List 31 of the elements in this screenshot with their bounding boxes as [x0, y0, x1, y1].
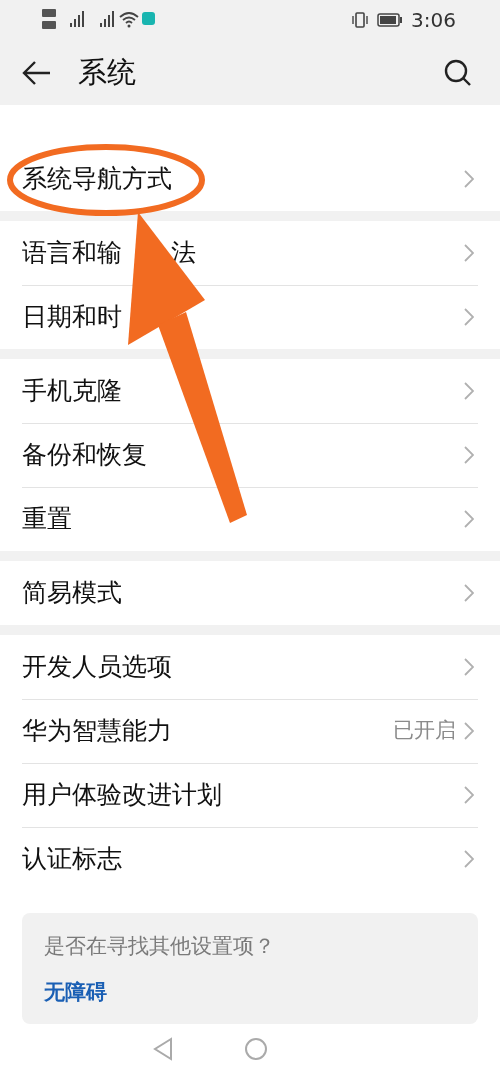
row-label: 日期和时: [22, 301, 122, 334]
chevron-icon: [464, 658, 474, 676]
chevron-icon: [464, 850, 474, 868]
chevron-icon: [464, 170, 474, 188]
row-label: 用户体验改进计划: [22, 779, 222, 812]
search-icon[interactable]: [444, 58, 472, 87]
chevron-icon: [464, 308, 474, 326]
row-label: 手机克隆: [22, 375, 122, 408]
row-label: 语言和输: [22, 237, 122, 270]
row-label: 简易模式: [22, 577, 122, 610]
chevron-icon: [464, 510, 474, 528]
chevron-icon: [464, 446, 474, 464]
chevron-icon: [464, 244, 474, 262]
row-label: 重置: [22, 503, 72, 536]
row-label: 认证标志: [22, 843, 122, 876]
chevron-icon: [464, 722, 474, 740]
vibrate-icon: [351, 11, 370, 29]
chevron-icon: [464, 786, 474, 804]
suggestion-question: 是否在寻找其他设置项？: [44, 933, 275, 960]
accessibility-link[interactable]: 无障碍: [44, 976, 107, 1008]
row-value: 已开启: [393, 717, 456, 745]
chevron-icon: [464, 584, 474, 602]
row-label: 备份和恢复: [22, 439, 147, 472]
row-label: 系统导航方式: [22, 163, 172, 196]
page-title: 系统: [78, 53, 136, 91]
chevron-icon: [464, 382, 474, 400]
clock-time: 3:06: [411, 7, 456, 34]
row-label: 开发人员选项: [22, 651, 172, 684]
battery-icon: [377, 13, 404, 27]
back-arrow-icon[interactable]: [22, 59, 52, 86]
row-label: 华为智慧能力: [22, 715, 172, 748]
